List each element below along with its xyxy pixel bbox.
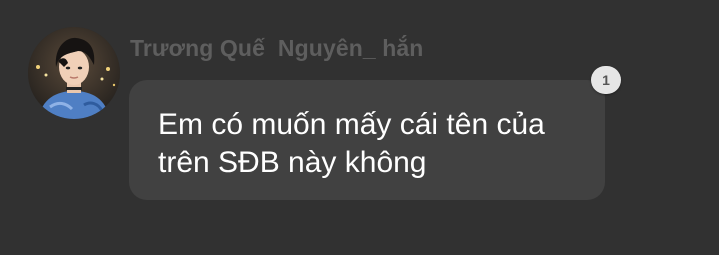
avatar[interactable] — [28, 27, 120, 119]
chat-message-row: Trương Quế Nguyên_ hắn Em có muốn mấy cá… — [0, 0, 719, 255]
message-bubble[interactable]: Em có muốn mấy cái tên của trên SĐB này … — [129, 80, 605, 200]
sender-name[interactable]: Trương Quế Nguyên_ hắn — [130, 34, 423, 62]
message-text: Em có muốn mấy cái tên của trên SĐB này … — [158, 108, 545, 179]
reaction-count-badge[interactable]: 1 — [591, 66, 621, 94]
avatar-photo — [28, 27, 120, 119]
